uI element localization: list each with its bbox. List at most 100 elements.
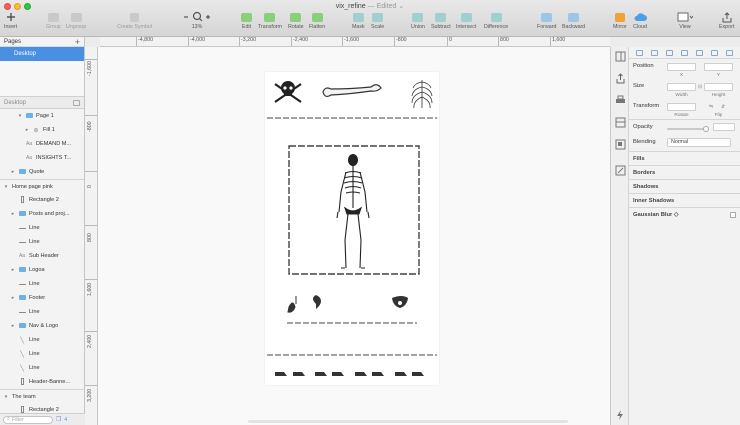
disclosure-right-icon[interactable]: ▸ bbox=[9, 267, 17, 273]
disclosure-down-icon[interactable]: ▾ bbox=[2, 184, 10, 190]
mask-button[interactable]: Mask bbox=[352, 11, 365, 30]
inner-shadows-section[interactable]: Inner Shadows bbox=[629, 193, 740, 207]
disclosure-down-icon[interactable]: ▾ bbox=[16, 113, 24, 119]
opacity-slider[interactable] bbox=[667, 126, 709, 132]
layer-row[interactable]: Line bbox=[0, 221, 84, 235]
layer-row[interactable]: ▸ Logoa bbox=[0, 263, 84, 277]
height-input[interactable] bbox=[704, 83, 733, 91]
opacity-slider-knob[interactable] bbox=[703, 126, 709, 132]
lightning-icon[interactable] bbox=[615, 409, 626, 420]
layer-row[interactable]: ▾ Page 1 bbox=[0, 109, 84, 123]
upload-icon[interactable] bbox=[615, 73, 626, 84]
group-button[interactable]: Group bbox=[46, 11, 61, 30]
width-input[interactable] bbox=[667, 83, 696, 91]
printer-icon[interactable] bbox=[615, 95, 626, 106]
disclosure-down-icon[interactable]: ▾ bbox=[2, 394, 10, 400]
disclosure-right-icon[interactable]: ▸ bbox=[9, 323, 17, 329]
gaussian-blur-checkbox[interactable] bbox=[730, 211, 736, 218]
layer-row[interactable]: Aa DEMAND M... bbox=[0, 137, 84, 151]
artboard-row[interactable]: ▾ Home page pink bbox=[0, 179, 84, 193]
transform-label: Transform bbox=[258, 24, 282, 30]
mirror-button[interactable]: Mirror bbox=[613, 11, 627, 30]
export-button[interactable]: Export bbox=[719, 11, 734, 30]
opacity-input[interactable] bbox=[713, 123, 735, 131]
fills-label: Fills bbox=[633, 155, 645, 162]
ungroup-button[interactable]: Ungroup bbox=[66, 11, 86, 30]
disclosure-right-icon[interactable]: ▸ bbox=[9, 211, 17, 217]
transform-button[interactable]: Transform bbox=[258, 11, 282, 30]
align-center-icon[interactable] bbox=[651, 49, 658, 56]
rotate-button[interactable]: Rotate bbox=[288, 11, 304, 30]
flatten-button[interactable]: Flatten bbox=[309, 11, 325, 30]
layer-row[interactable]: ▸ Footer bbox=[0, 291, 84, 305]
create-symbol-button[interactable]: Create Symbol bbox=[117, 11, 152, 30]
canvas-horizontal-scrollbar[interactable] bbox=[248, 420, 568, 423]
disclosure-right-icon[interactable]: ▸ bbox=[9, 169, 17, 175]
layer-row[interactable]: Aa INSIGHTS T... bbox=[0, 151, 84, 165]
cloud-button[interactable]: Cloud bbox=[633, 11, 647, 30]
layer-filter-input[interactable]: ⌕ Filter bbox=[3, 415, 53, 424]
forward-button[interactable]: Forward bbox=[537, 11, 556, 30]
position-x-input[interactable] bbox=[667, 63, 696, 71]
layer-row[interactable]: ▸ Quote bbox=[0, 165, 84, 179]
layer-row[interactable]: ╲ Line bbox=[0, 333, 84, 347]
resize-icon[interactable] bbox=[615, 165, 626, 176]
ruler-tick-label: -4,000 bbox=[188, 37, 205, 46]
layer-row[interactable]: ▸ Nav & Logo bbox=[0, 319, 84, 333]
lock-icon[interactable]: ⊟ bbox=[698, 84, 702, 90]
align-middle-icon[interactable] bbox=[696, 49, 703, 56]
layer-row[interactable]: ╲ Line bbox=[0, 361, 84, 375]
rotate-input[interactable] bbox=[667, 103, 696, 111]
layer-type-icon[interactable]: ❐ bbox=[56, 416, 61, 423]
layer-row[interactable]: ╲ Line bbox=[0, 347, 84, 361]
disclosure-right-icon[interactable]: ▸ bbox=[9, 295, 17, 301]
align-bottom-icon[interactable] bbox=[711, 49, 718, 56]
rotate-icon bbox=[290, 11, 302, 23]
gaussian-blur-section[interactable]: Gaussian Blur ◇ bbox=[629, 207, 740, 221]
layer-row[interactable]: Header-Banne... bbox=[0, 375, 84, 389]
align-left-icon[interactable] bbox=[636, 49, 643, 56]
disclosure-right-icon[interactable]: ▸ bbox=[23, 127, 31, 133]
intersect-button[interactable]: Intersect bbox=[456, 11, 476, 30]
scale-button[interactable]: Scale bbox=[371, 11, 384, 30]
fills-section[interactable]: Fills bbox=[629, 151, 740, 165]
layer-row[interactable]: Line bbox=[0, 305, 84, 319]
layer-row[interactable]: Aa Sub Header bbox=[0, 249, 84, 263]
position-y-input[interactable] bbox=[704, 63, 733, 71]
layer-row[interactable]: Rectangle 2 bbox=[0, 193, 84, 207]
artboard-row[interactable]: ▾ The team bbox=[0, 389, 84, 403]
page-item-desktop[interactable]: Desktop bbox=[0, 47, 84, 61]
align-right-icon[interactable] bbox=[666, 49, 673, 56]
edit-button[interactable]: Edit bbox=[241, 11, 252, 30]
flip-vertical-icon[interactable]: ⇵ bbox=[721, 104, 725, 110]
pages-list-space bbox=[0, 61, 84, 97]
backward-button[interactable]: Backward bbox=[562, 11, 585, 30]
distribute-icon[interactable] bbox=[726, 49, 733, 56]
insert-button[interactable]: Insert bbox=[4, 11, 17, 30]
difference-button[interactable]: Difference bbox=[484, 11, 508, 30]
borders-section[interactable]: Borders bbox=[629, 165, 740, 179]
canvas[interactable] bbox=[98, 47, 610, 425]
layer-row[interactable]: Line bbox=[0, 277, 84, 291]
collapse-inspector-icon[interactable] bbox=[615, 51, 626, 62]
vertical-ruler[interactable]: -1,600 -800 0 800 1,600 2,400 3,200 bbox=[85, 47, 98, 425]
ruler-tick-label: 2,400 bbox=[87, 334, 93, 348]
artboard-home-page[interactable] bbox=[265, 72, 439, 385]
subtract-button[interactable]: Subtract bbox=[431, 11, 451, 30]
layout-icon[interactable] bbox=[615, 117, 626, 128]
union-button[interactable]: Union bbox=[411, 11, 425, 30]
blending-select[interactable]: Normal bbox=[667, 138, 731, 147]
layer-row[interactable]: Line bbox=[0, 235, 84, 249]
add-page-icon[interactable]: + bbox=[75, 37, 80, 47]
component-icon[interactable] bbox=[615, 139, 626, 150]
cloud-icon bbox=[633, 11, 647, 23]
collapse-icon[interactable] bbox=[73, 99, 80, 106]
layer-row[interactable]: ▸ ⊛ Fill 1 bbox=[0, 123, 84, 137]
layer-row[interactable]: ▸ Posts and proj... bbox=[0, 207, 84, 221]
shadows-section[interactable]: Shadows bbox=[629, 179, 740, 193]
flip-horizontal-icon[interactable]: ⇋ bbox=[709, 104, 713, 110]
horizontal-ruler[interactable]: -4,800 -4,000 -3,200 -2,400 -1,600 -800 0 800 1,… bbox=[100, 37, 610, 47]
zoom-control[interactable]: 13% bbox=[183, 11, 211, 30]
view-button[interactable]: View bbox=[677, 11, 693, 30]
align-top-icon[interactable] bbox=[681, 49, 688, 56]
